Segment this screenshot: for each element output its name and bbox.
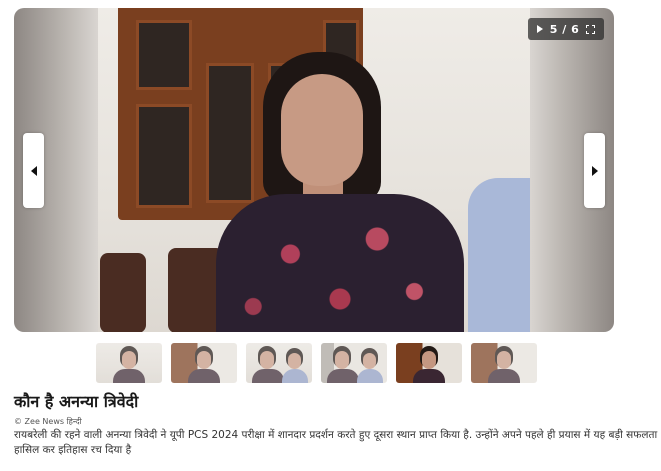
play-icon[interactable] bbox=[537, 25, 544, 33]
image-credit: © Zee News हिन्दी bbox=[14, 417, 82, 426]
main-photo bbox=[98, 8, 530, 332]
thumbnail-4[interactable] bbox=[321, 343, 387, 383]
article-description: रायबरेली की रहने वाली अनन्या त्रिवेदी ने… bbox=[14, 429, 658, 456]
previous-slide-button[interactable] bbox=[23, 133, 44, 208]
chevron-right-icon bbox=[591, 165, 598, 176]
article-title: कौन है अनन्या त्रिवेदी bbox=[14, 392, 139, 411]
thumbnail-2[interactable] bbox=[171, 343, 237, 383]
thumbnail-5-active[interactable] bbox=[396, 343, 462, 383]
image-viewer[interactable]: 5 / 6 bbox=[14, 8, 614, 332]
thumbnail-3[interactable] bbox=[246, 343, 312, 383]
thumbnail-6[interactable] bbox=[471, 343, 537, 383]
fullscreen-icon[interactable] bbox=[585, 24, 595, 34]
thumbnail-strip bbox=[96, 343, 537, 383]
slide-counter: 5 / 6 bbox=[549, 22, 580, 36]
slideshow-controls: 5 / 6 bbox=[528, 18, 604, 40]
next-slide-button[interactable] bbox=[584, 133, 605, 208]
thumbnail-1[interactable] bbox=[96, 343, 162, 383]
chevron-left-icon bbox=[30, 165, 37, 176]
